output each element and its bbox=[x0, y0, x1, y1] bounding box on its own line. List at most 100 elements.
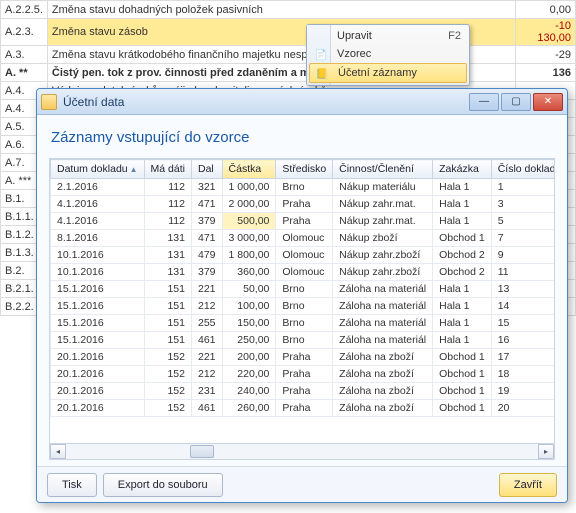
menu-item-icon: 📒 bbox=[314, 66, 330, 82]
close-dialog-button[interactable]: Zavřít bbox=[499, 473, 557, 497]
cell: Brno bbox=[276, 315, 333, 332]
table-row[interactable]: 20.1.2016152461260,00PrahaZáloha na zbož… bbox=[51, 400, 555, 417]
column-header[interactable]: Činnost/Členění bbox=[333, 160, 433, 179]
table-row[interactable]: 15.1.2016151255150,00BrnoZáloha na mater… bbox=[51, 315, 555, 332]
scroll-thumb[interactable] bbox=[190, 445, 214, 458]
table-row[interactable]: 15.1.201615122150,00BrnoZáloha na materi… bbox=[51, 281, 555, 298]
cell: Praha bbox=[276, 213, 333, 230]
bg-row[interactable]: A.2.3.Změna stavu zásob-10 130,00 bbox=[1, 19, 576, 46]
close-button[interactable]: ✕ bbox=[533, 93, 563, 111]
cell: 17 bbox=[491, 349, 554, 366]
cell: Hala 1 bbox=[433, 281, 492, 298]
cell: 152 bbox=[144, 349, 191, 366]
cell: Obchod 2 bbox=[433, 264, 492, 281]
cell: Hala 1 bbox=[433, 332, 492, 349]
cell: 200,00 bbox=[222, 349, 276, 366]
cell: 360,00 bbox=[222, 264, 276, 281]
minimize-button[interactable]: — bbox=[469, 93, 499, 111]
column-header[interactable]: Dal bbox=[191, 160, 222, 179]
cell: 461 bbox=[191, 400, 222, 417]
cell: Praha bbox=[276, 349, 333, 366]
column-header[interactable]: Částka bbox=[222, 160, 276, 179]
cell: Brno bbox=[276, 332, 333, 349]
cell: 321 bbox=[191, 179, 222, 196]
table-row[interactable]: 10.1.20161314791 800,00OlomoucNákup zahr… bbox=[51, 247, 555, 264]
cell: 20.1.2016 bbox=[51, 366, 145, 383]
column-header[interactable]: Číslo dokladu bbox=[491, 160, 554, 179]
column-header[interactable]: Má dáti bbox=[144, 160, 191, 179]
cell: 14 bbox=[491, 298, 554, 315]
cell: 240,00 bbox=[222, 383, 276, 400]
cell: 152 bbox=[144, 366, 191, 383]
horizontal-scrollbar[interactable]: ◂ ▸ bbox=[50, 443, 554, 459]
bg-row[interactable]: A. **Čistý pen. tok z prov. činnosti pře… bbox=[1, 64, 576, 82]
cell: 9 bbox=[491, 247, 554, 264]
cell: Obchod 1 bbox=[433, 383, 492, 400]
cell: Záloha na zboží bbox=[333, 383, 433, 400]
cell: Hala 1 bbox=[433, 196, 492, 213]
cell: Obchod 1 bbox=[433, 230, 492, 247]
cell: Hala 1 bbox=[433, 315, 492, 332]
cell: 1 800,00 bbox=[222, 247, 276, 264]
menu-item-label: Účetní záznamy bbox=[338, 67, 417, 79]
cell: 231 bbox=[191, 383, 222, 400]
cell: Záloha na materiál bbox=[333, 281, 433, 298]
table-row[interactable]: 15.1.2016151212100,00BrnoZáloha na mater… bbox=[51, 298, 555, 315]
cell: Záloha na materiál bbox=[333, 298, 433, 315]
dialog-titlebar[interactable]: Účetní data — ▢ ✕ bbox=[37, 89, 567, 115]
cell: 471 bbox=[191, 230, 222, 247]
cell: 212 bbox=[191, 298, 222, 315]
maximize-button[interactable]: ▢ bbox=[501, 93, 531, 111]
table-row[interactable]: 4.1.20161124712 000,00PrahaNákup zahr.ma… bbox=[51, 196, 555, 213]
cell: 131 bbox=[144, 230, 191, 247]
table-row[interactable]: 8.1.20161314713 000,00OlomoucNákup zboží… bbox=[51, 230, 555, 247]
cell: 212 bbox=[191, 366, 222, 383]
column-header[interactable]: Zakázka bbox=[433, 160, 492, 179]
cell: Nákup zboží bbox=[333, 230, 433, 247]
table-row[interactable]: 2.1.20161123211 000,00BrnoNákup materiál… bbox=[51, 179, 555, 196]
bg-row[interactable]: A.3.Změna stavu krátkodobého finančního … bbox=[1, 46, 576, 64]
cell: 20 bbox=[491, 400, 554, 417]
column-header[interactable]: Středisko bbox=[276, 160, 333, 179]
print-button[interactable]: Tisk bbox=[47, 473, 97, 497]
cell: 15 bbox=[491, 315, 554, 332]
dialog-footer: Tisk Export do souboru Zavřít bbox=[37, 466, 567, 502]
cell: 5 bbox=[491, 213, 554, 230]
table-row[interactable]: 20.1.2016152212220,00PrahaZáloha na zbož… bbox=[51, 366, 555, 383]
scroll-right-button[interactable]: ▸ bbox=[538, 444, 554, 459]
cell: Brno bbox=[276, 179, 333, 196]
cell: 479 bbox=[191, 247, 222, 264]
table-row[interactable]: 10.1.2016131379360,00OlomoucNákup zahr.z… bbox=[51, 264, 555, 281]
cell: Olomouc bbox=[276, 264, 333, 281]
table-row[interactable]: 20.1.2016152221200,00PrahaZáloha na zbož… bbox=[51, 349, 555, 366]
menu-item-label: Upravit bbox=[337, 30, 372, 42]
cell: 20.1.2016 bbox=[51, 349, 145, 366]
export-button[interactable]: Export do souboru bbox=[103, 473, 223, 497]
cell: 50,00 bbox=[222, 281, 276, 298]
cell: Brno bbox=[276, 298, 333, 315]
bg-row[interactable]: A.2.2.5.Změna stavu dohadných položek pa… bbox=[1, 1, 576, 19]
cell: 15.1.2016 bbox=[51, 332, 145, 349]
menu-item-vzorec[interactable]: 📄Vzorec bbox=[309, 45, 467, 63]
cell: Praha bbox=[276, 383, 333, 400]
menu-item-upravit[interactable]: UpravitF2 bbox=[309, 27, 467, 45]
cell: 151 bbox=[144, 315, 191, 332]
cell: 379 bbox=[191, 264, 222, 281]
cell: 151 bbox=[144, 298, 191, 315]
cell: Brno bbox=[276, 281, 333, 298]
cell: Nákup zahr.zboží bbox=[333, 247, 433, 264]
table-row[interactable]: 20.1.2016152231240,00PrahaZáloha na zbož… bbox=[51, 383, 555, 400]
table-row[interactable]: 15.1.2016151461250,00BrnoZáloha na mater… bbox=[51, 332, 555, 349]
cell: 20.1.2016 bbox=[51, 383, 145, 400]
cell: Záloha na zboží bbox=[333, 349, 433, 366]
table-row[interactable]: 4.1.2016112379500,00PrahaNákup zahr.mat.… bbox=[51, 213, 555, 230]
menu-item-label: Vzorec bbox=[337, 48, 371, 60]
data-grid[interactable]: Datum dokladu▲Má dátiDalČástkaStřediskoČ… bbox=[49, 158, 555, 460]
scroll-left-button[interactable]: ◂ bbox=[50, 444, 66, 459]
cell: 220,00 bbox=[222, 366, 276, 383]
cell: 4.1.2016 bbox=[51, 213, 145, 230]
dialog-title: Účetní data bbox=[63, 95, 467, 109]
column-header[interactable]: Datum dokladu▲ bbox=[51, 160, 145, 179]
menu-item-účetní-záznamy[interactable]: 📒 Účetní záznamy bbox=[309, 63, 467, 83]
cell: 461 bbox=[191, 332, 222, 349]
